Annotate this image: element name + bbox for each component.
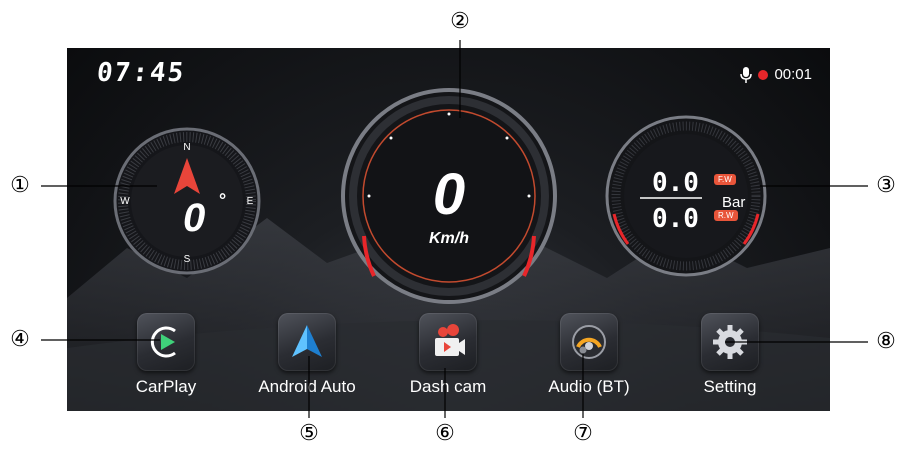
callout-7: ⑦ bbox=[573, 421, 593, 446]
app-audio-bt[interactable]: Audio (BT) bbox=[524, 313, 654, 397]
callout-3: ③ bbox=[876, 173, 896, 198]
app-carplay[interactable]: CarPlay bbox=[101, 313, 231, 397]
callout-8: ⑧ bbox=[876, 329, 896, 354]
compass-south: S bbox=[184, 254, 191, 265]
app-label-dash-cam: Dash cam bbox=[409, 377, 487, 396]
callout-1: ① bbox=[10, 173, 30, 198]
callout-2: ② bbox=[450, 9, 470, 34]
carplay-icon[interactable] bbox=[137, 313, 195, 371]
rear-tire-badge: R.W bbox=[714, 210, 738, 221]
front-tire-pressure: 0.0 bbox=[652, 168, 699, 198]
rear-tire-pressure: 0.0 bbox=[652, 204, 699, 234]
microphone-icon bbox=[740, 66, 753, 83]
recording-dot-icon bbox=[758, 69, 769, 80]
clock: 07:45 bbox=[95, 58, 187, 88]
app-label-setting: Setting bbox=[703, 377, 757, 396]
dash-cam-icon[interactable] bbox=[419, 313, 477, 371]
front-tire-badge: F.W bbox=[714, 174, 736, 185]
recording-time: 00:01 bbox=[774, 66, 812, 83]
callout-4: ④ bbox=[10, 327, 30, 352]
app-label-carplay: CarPlay bbox=[135, 377, 197, 396]
compass-degree-symbol: ° bbox=[219, 190, 227, 210]
app-label-android-auto: Android Auto bbox=[258, 377, 356, 396]
speed-unit: Km/h bbox=[429, 230, 469, 247]
callout-5: ⑤ bbox=[299, 421, 319, 446]
audio-bt-icon[interactable] bbox=[560, 313, 618, 371]
android-auto-icon[interactable] bbox=[278, 313, 336, 371]
speed-value: 0 bbox=[432, 162, 466, 227]
compass-north: N bbox=[183, 142, 190, 153]
app-android-auto[interactable]: Android Auto bbox=[242, 313, 372, 397]
callout-6: ⑥ bbox=[435, 421, 455, 446]
compass-heading-value: 0 bbox=[183, 196, 206, 240]
head-unit-screen: 07:45 00:01 N S E W 0 ° 0 Km/h 0.0 0.0 F… bbox=[67, 48, 830, 411]
compass-west: W bbox=[120, 196, 130, 207]
compass-east: E bbox=[247, 196, 254, 207]
app-dock: CarPlay Android Auto Dash cam Audio (BT)… bbox=[67, 313, 830, 403]
app-dash-cam[interactable]: Dash cam bbox=[383, 313, 513, 397]
recording-status: 00:01 bbox=[740, 66, 812, 83]
app-label-audio-bt: Audio (BT) bbox=[548, 377, 630, 396]
settings-gear-icon[interactable] bbox=[701, 313, 759, 371]
pressure-unit: Bar bbox=[722, 194, 746, 211]
app-setting[interactable]: Setting bbox=[665, 313, 795, 397]
